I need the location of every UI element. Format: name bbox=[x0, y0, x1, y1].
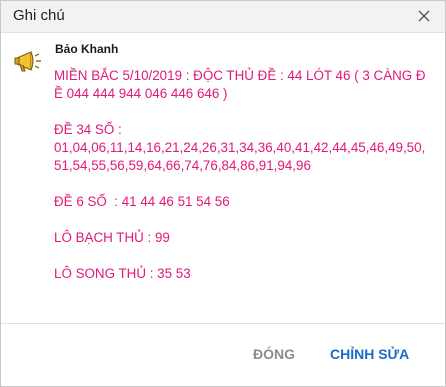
edit-button[interactable]: CHỈNH SỬA bbox=[330, 346, 409, 362]
dialog-titlebar: Ghi chú bbox=[1, 1, 445, 33]
close-icon[interactable] bbox=[413, 5, 435, 27]
note-dialog: Ghi chú Bảo Khanh MIỀN BẮC 5/10/2019 : Đ… bbox=[0, 0, 446, 387]
note-paragraph: LÔ BẠCH THỦ : 99 bbox=[54, 230, 170, 245]
note-text: MIỀN BẮC 5/10/2019 : ĐỘC THỦ ĐỀ : 44 LÓT… bbox=[54, 67, 432, 301]
note-paragraph: ĐỀ 34 SỐ : 01,04,06,11,14,16,21,24,26,31… bbox=[54, 122, 426, 173]
note-paragraph: MIỀN BẮC 5/10/2019 : ĐỘC THỦ ĐỀ : 44 LÓT… bbox=[54, 68, 426, 101]
note-content: Bảo Khanh MIỀN BẮC 5/10/2019 : ĐỘC THỦ Đ… bbox=[1, 33, 445, 324]
dialog-footer: ĐÓNG CHỈNH SỬA bbox=[1, 324, 445, 386]
author-name: Bảo Khanh bbox=[55, 42, 119, 56]
megaphone-icon bbox=[13, 49, 43, 75]
close-button[interactable]: ĐÓNG bbox=[253, 346, 295, 362]
note-paragraph: ĐỀ 6 SỐ : 41 44 46 51 54 56 bbox=[54, 194, 230, 209]
dialog-title: Ghi chú bbox=[13, 7, 65, 24]
note-paragraph: LÔ SONG THỦ : 35 53 bbox=[54, 266, 191, 281]
